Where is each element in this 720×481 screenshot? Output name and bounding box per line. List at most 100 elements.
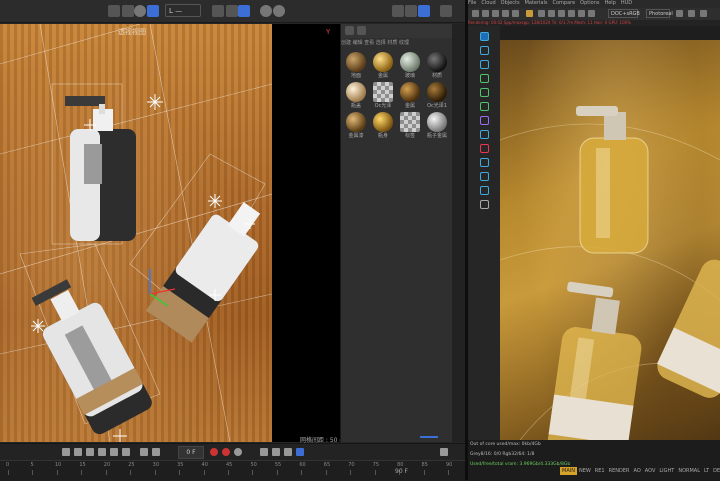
menu-item-objects[interactable]: Objects [501,0,520,6]
material-swatch[interactable]: Oc光泽 [372,82,394,112]
sphere-icon[interactable] [480,46,489,55]
select-icon[interactable] [147,5,159,17]
window-close-icon[interactable] [440,5,452,17]
grid-icon[interactable] [212,5,224,17]
kernel-dropdown[interactable]: Photoreal [646,9,673,18]
zoom-slider[interactable] [420,436,438,438]
fit-icon[interactable] [688,10,695,17]
material-swatch[interactable]: 地面 [345,52,367,82]
play-back-icon[interactable] [86,448,94,456]
camera-icon[interactable] [480,172,489,181]
material-swatch[interactable]: 金属 [372,52,394,82]
snap-icon[interactable] [226,5,238,17]
layout2-icon[interactable] [405,5,417,17]
text-icon[interactable] [480,60,489,69]
zoom-icon[interactable] [676,10,683,17]
render-tab-depth[interactable]: DEPTH [711,467,720,475]
pick-focus-icon[interactable] [548,10,555,17]
render-tab-new[interactable]: NEW [577,467,593,475]
render-settings-icon[interactable] [260,5,272,17]
render-tab-main[interactable]: MAIN [560,467,577,475]
settings-icon[interactable] [512,10,519,17]
pause-icon[interactable] [492,10,499,17]
render-tab-render[interactable]: RENDER [607,467,632,475]
key-icon[interactable] [140,448,148,456]
key-mode-icon[interactable] [234,448,242,456]
material-menu[interactable]: 创建 编辑 查看 选择 材质 纹理 [341,39,453,49]
material-swatch[interactable]: 瓶子金属 [426,112,448,142]
material-swatch[interactable]: 金属漆 [345,112,367,142]
restart-icon[interactable] [482,10,489,17]
menu-item-compare[interactable]: Compare [552,0,575,6]
render-tab-aov[interactable]: AOV [643,467,658,475]
menu-item-materials[interactable]: Materials [525,0,548,6]
pan-icon[interactable] [700,10,707,17]
end-frame-field[interactable]: 90 F [395,468,408,475]
color-space-dropdown[interactable]: DOC+sRGB [608,9,640,18]
cube-icon[interactable] [480,32,489,41]
generator-icon[interactable] [480,88,489,97]
material-swatch[interactable]: 瓶身 [372,112,394,142]
render-tab-lt[interactable]: LT [702,467,711,475]
pen-icon[interactable] [480,200,489,209]
undo-icon[interactable] [108,5,120,17]
material-swatch[interactable]: 材质 [426,52,448,82]
keyframe-icon[interactable] [152,448,160,456]
play-icon[interactable] [98,448,106,456]
rendered-image[interactable] [500,40,720,440]
menu-item-cloud[interactable]: Cloud [481,0,495,6]
material-swatch[interactable]: Oc光泽1 [426,82,448,112]
render-tab-ao[interactable]: AO [631,467,642,475]
deformer-icon[interactable] [480,116,489,125]
menu-item-file[interactable]: File [468,0,476,6]
menu-item-hud[interactable]: HUD [621,0,632,6]
next-frame-icon[interactable] [110,448,118,456]
render-view-icon[interactable] [238,5,250,17]
record-icon[interactable] [210,448,218,456]
position-key-icon[interactable] [260,448,268,456]
tag-icon[interactable] [480,144,489,153]
scale-key-icon[interactable] [284,448,292,456]
region-icon[interactable] [538,10,545,17]
save-image-icon[interactable] [578,10,585,17]
field-icon[interactable] [480,130,489,139]
add-material-icon[interactable] [345,26,354,35]
timeline-settings-icon[interactable] [440,448,448,456]
filter-icon[interactable] [357,26,366,35]
menu-item-options[interactable]: Options [580,0,599,6]
light-icon[interactable] [480,186,489,195]
go-to-end-icon[interactable] [122,448,130,456]
toolbar-dropdown[interactable]: L — [165,4,201,17]
compare-icon[interactable] [588,10,595,17]
layout3-icon[interactable] [418,5,430,17]
environment-icon[interactable] [480,158,489,167]
prev-frame-icon[interactable] [74,448,82,456]
clay-icon[interactable] [568,10,575,17]
auto-key-icon[interactable] [222,448,230,456]
redo-icon[interactable] [122,5,134,17]
lock-icon[interactable] [526,10,533,17]
render-tab-normal[interactable]: NORMAL [676,467,702,475]
material-swatch[interactable]: 玻璃 [399,52,421,82]
perspective-viewport[interactable]: 透视视图 [0,24,272,442]
material-swatch[interactable]: 金属 [399,82,421,112]
picture-viewer-icon[interactable] [273,5,285,17]
render-tab-light[interactable]: LIGHT [657,467,676,475]
material-preview-icon [427,82,447,102]
param-key-icon[interactable] [296,448,304,456]
current-frame-field[interactable]: 0 F [178,446,204,459]
layout-icon[interactable] [392,5,404,17]
rotation-key-icon[interactable] [272,448,280,456]
stop-icon[interactable] [502,10,509,17]
menu-item-help[interactable]: Help [604,0,615,6]
move-icon[interactable] [134,5,146,17]
viewport-empty-area[interactable] [272,24,340,442]
material-swatch[interactable]: 瓶盖 [345,82,367,112]
pick-material-icon[interactable] [558,10,565,17]
go-to-start-icon[interactable] [62,448,70,456]
render-tab-re1[interactable]: RE1 [593,467,607,475]
spline-icon[interactable] [480,74,489,83]
cloner-icon[interactable] [480,102,489,111]
material-swatch[interactable]: 标签 [399,112,421,142]
send-scene-icon[interactable] [472,10,479,17]
